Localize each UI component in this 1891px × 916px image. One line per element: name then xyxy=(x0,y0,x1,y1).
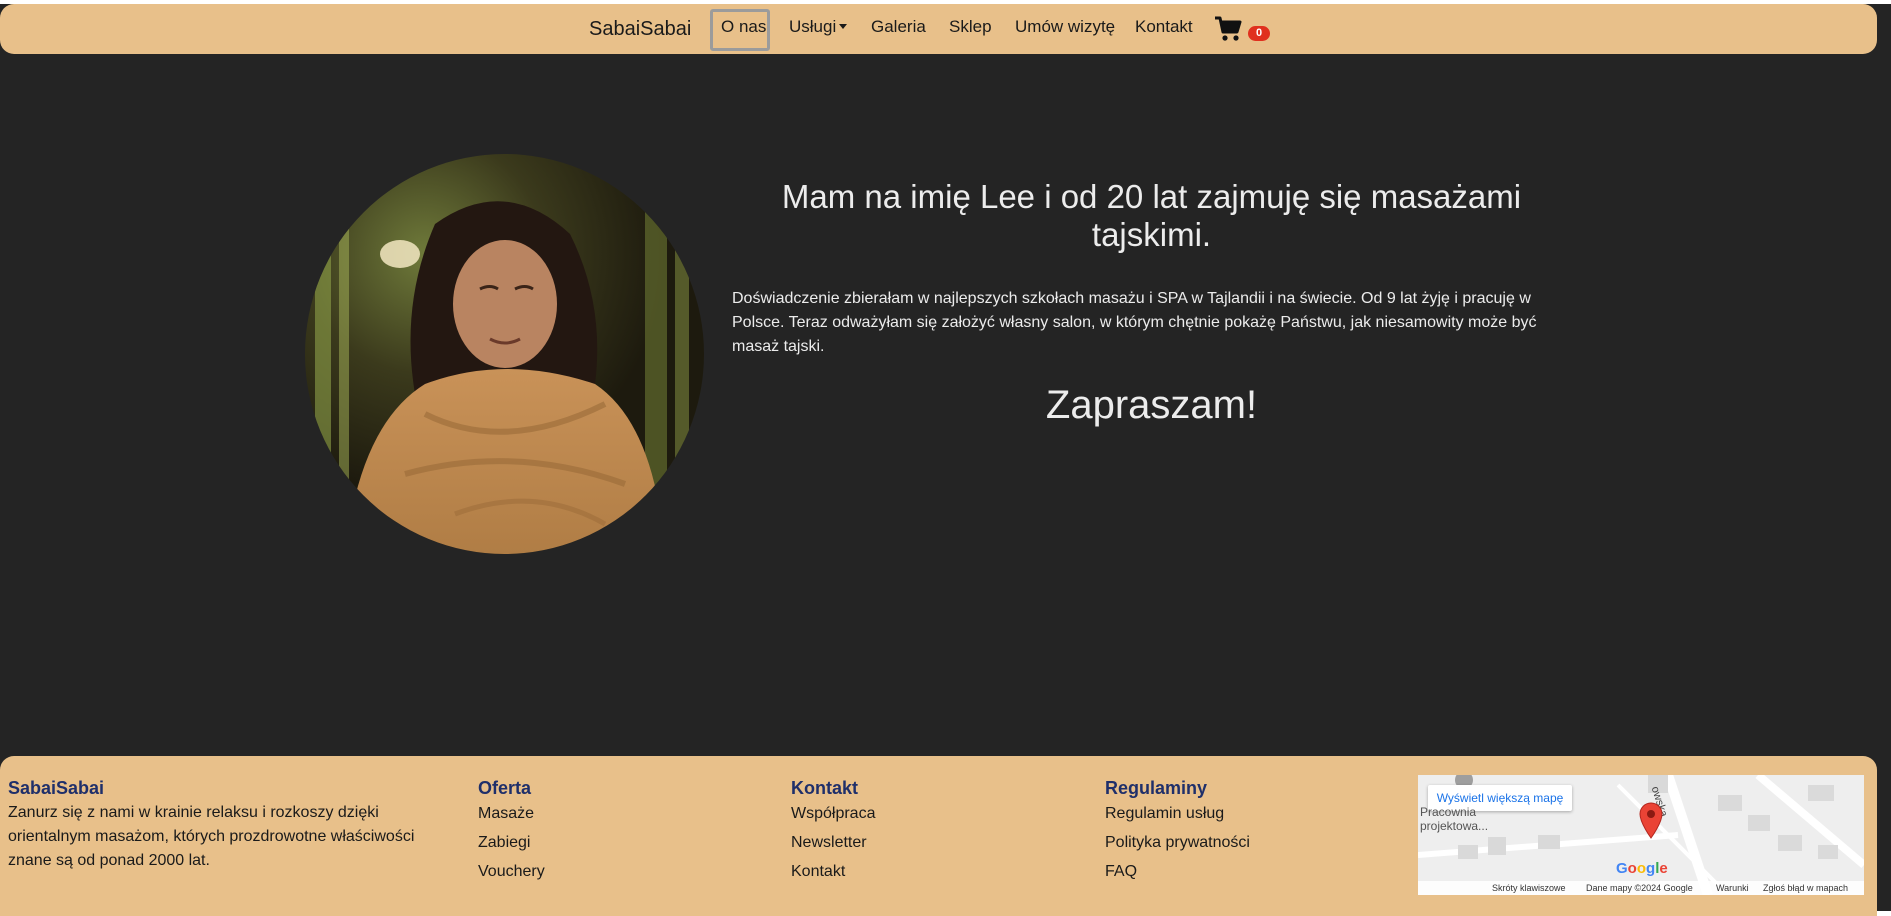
footer-regulaminy-title: Regulaminy xyxy=(1105,778,1208,798)
footer-oferta-title: Oferta xyxy=(478,778,532,798)
footer-link-regulamin-uslug[interactable]: Regulamin usług xyxy=(1105,805,1224,823)
page: SabaiSabai O nas Usługi Galeria Sklep Um… xyxy=(0,0,1891,916)
nav-item-umow-wizyte[interactable]: Umów wizytę xyxy=(1015,17,1115,37)
cart-button[interactable] xyxy=(1214,16,1242,47)
nav-item-sklep[interactable]: Sklep xyxy=(949,17,992,37)
footer-link-kontakt[interactable]: Kontakt xyxy=(791,863,845,881)
map-attribution-bar: Skróty klawiszowe Dane mapy ©2024 Google… xyxy=(1418,881,1864,895)
footer-link-masaze[interactable]: Masaże xyxy=(478,805,534,823)
nav-item-kontakt[interactable]: Kontakt xyxy=(1135,17,1193,37)
footer-brand-title: SabaiSabai xyxy=(8,778,105,798)
footer-kontakt-title: Kontakt xyxy=(791,778,858,798)
nav-item-uslugi[interactable]: Usługi xyxy=(789,17,848,37)
cart-count-badge: 0 xyxy=(1248,26,1270,41)
footer-brand-text: Zanurz się z nami w krainie relaksu i ro… xyxy=(8,804,415,869)
footer-link-faq[interactable]: FAQ xyxy=(1105,863,1137,881)
map-pin-icon xyxy=(1639,802,1663,839)
footer-link-polityka-prywatnosci[interactable]: Polityka prywatności xyxy=(1105,834,1250,852)
hero-lead-text: Doświadczenie zbierałam w najlepszych sz… xyxy=(732,290,1537,355)
map-data-label: Dane mapy ©2024 Google xyxy=(1586,883,1693,893)
caret-down-icon xyxy=(839,24,848,29)
hero-invite: Zapraszam! xyxy=(1045,383,1258,427)
nav-item-o-nas[interactable]: O nas xyxy=(721,17,766,37)
nav-item-galeria[interactable]: Galeria xyxy=(871,17,926,37)
map-terms-link[interactable]: Warunki xyxy=(1716,883,1749,893)
footer-link-newsletter[interactable]: Newsletter xyxy=(791,834,867,852)
portrait-photo xyxy=(305,154,704,554)
map-shortcuts-link[interactable]: Skróty klawiszowe xyxy=(1492,883,1566,893)
brand-link[interactable]: SabaiSabai xyxy=(589,18,691,41)
map-place-label: Pracownia projektowa... xyxy=(1420,805,1489,833)
hero-headline: Mam na imię Lee i od 20 lat zajmuję się … xyxy=(781,178,1522,253)
map-report-link[interactable]: Zgłoś błąd w mapach xyxy=(1763,883,1848,893)
map-embed[interactable]: Wyświetl większą mapę Pracownia projekto… xyxy=(1418,775,1864,895)
nav-item-uslugi-label: Usługi xyxy=(789,17,837,36)
footer-link-zabiegi[interactable]: Zabiegi xyxy=(478,834,530,852)
footer-link-wspolpraca[interactable]: Współpraca xyxy=(791,805,875,823)
footer-link-vouchery[interactable]: Vouchery xyxy=(478,863,545,881)
cart-icon xyxy=(1215,16,1242,41)
google-logo: Google xyxy=(1616,860,1668,877)
navbar: SabaiSabai O nas Usługi Galeria Sklep Um… xyxy=(0,4,1877,54)
